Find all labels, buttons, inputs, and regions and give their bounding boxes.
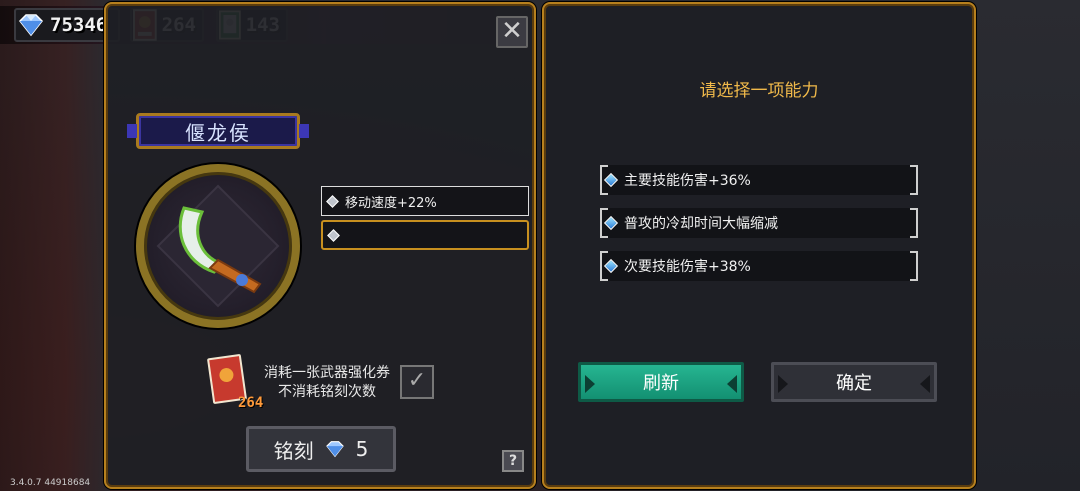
arrow-left-icon <box>778 375 788 393</box>
gem-icon <box>18 14 44 37</box>
refresh-label: 刷新 <box>643 373 679 394</box>
engrave-label: 铭刻 <box>273 438 314 463</box>
engrave-button[interactable]: 铭刻 5 <box>246 426 396 472</box>
cost-line-1: 消耗一张武器强化券 <box>264 365 390 381</box>
arrow-right-icon <box>727 375 737 393</box>
option-bracket-right <box>910 208 918 238</box>
cost-description: 消耗一张武器强化券 不消耗铭刻次数 <box>252 364 402 402</box>
weapon-name: 偃龙侯 <box>185 120 251 145</box>
ability-option-3[interactable]: 次要技能伤害+38% <box>600 251 918 281</box>
arrow-right-icon <box>920 375 930 393</box>
attribute-slot-1[interactable]: 移动速度+22% <box>321 186 529 216</box>
cost-line-2: 不消耗铭刻次数 <box>278 384 376 400</box>
ability-label: 普攻的冷却时间大幅缩减 <box>624 216 778 232</box>
weapon-sprite-icon <box>156 184 280 308</box>
engrave-cost: 5 <box>355 437 369 461</box>
confirm-button[interactable]: 确定 <box>771 362 937 402</box>
gem-icon <box>325 441 344 458</box>
diamond-bullet-icon <box>326 194 339 208</box>
confirm-label: 确定 <box>836 373 872 394</box>
close-button[interactable]: ✕ <box>496 16 528 48</box>
version-text: 3.4.0.7 44918684 <box>10 478 91 488</box>
use-ticket-checkbox[interactable]: ✓ <box>400 365 434 399</box>
help-icon: ? <box>508 453 518 469</box>
attribute-slot-2[interactable] <box>321 220 529 250</box>
background-left-strip <box>0 0 110 491</box>
close-icon: ✕ <box>501 16 523 46</box>
refresh-button[interactable]: 刷新 <box>578 362 744 402</box>
help-button[interactable]: ? <box>502 450 524 472</box>
checkbox-icon: ✓ <box>407 368 427 393</box>
ability-label: 主要技能伤害+36% <box>624 173 751 189</box>
attribute-label: 移动速度+22% <box>345 195 437 211</box>
ability-label: 次要技能伤害+38% <box>624 259 751 275</box>
weapon-portrait <box>136 164 300 328</box>
weapon-name-plate: 偃龙侯 <box>127 113 309 149</box>
ability-option-2[interactable]: 普攻的冷却时间大幅缩减 <box>600 208 918 238</box>
ability-option-1[interactable]: 主要技能伤害+36% <box>600 165 918 195</box>
diamond-bullet-icon <box>327 228 340 242</box>
option-bracket-right <box>910 251 918 281</box>
ability-title: 请选择一项能力 <box>699 81 819 101</box>
arrow-left-icon <box>585 375 595 393</box>
option-bracket-right <box>910 165 918 195</box>
